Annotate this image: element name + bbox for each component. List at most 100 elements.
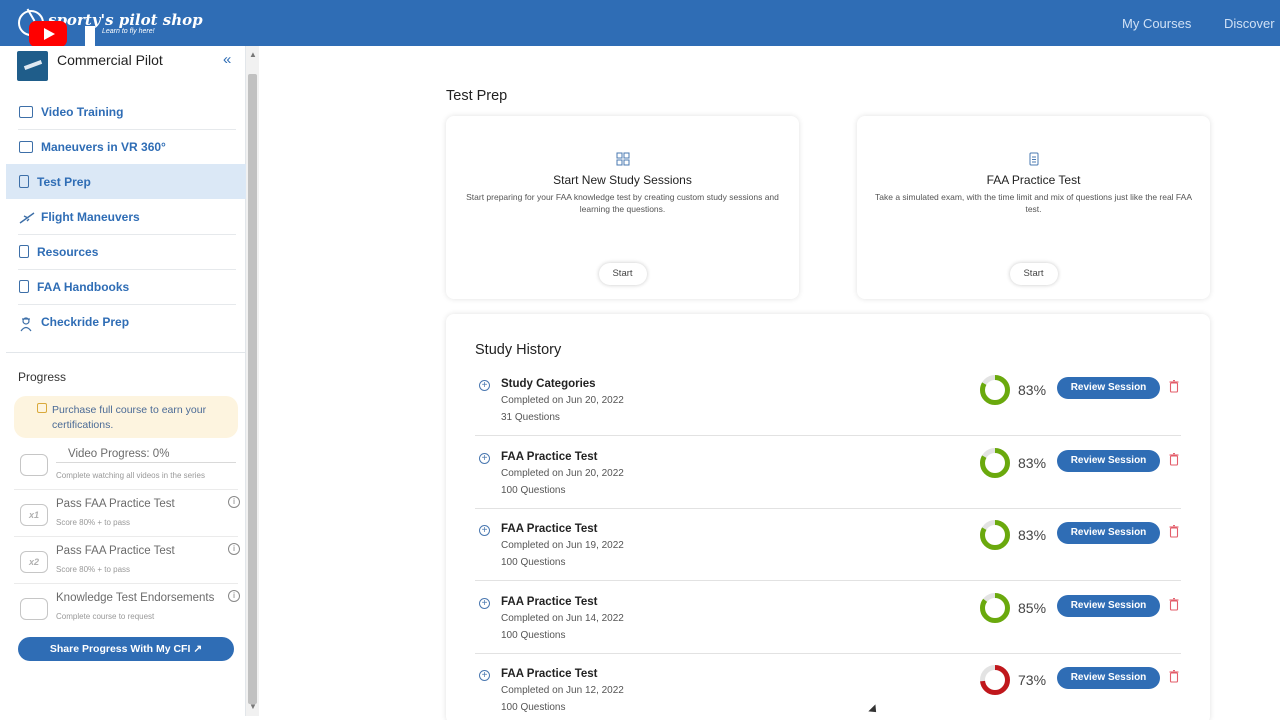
expand-row-icon[interactable]: +: [479, 670, 490, 681]
session-title: FAA Practice Test: [501, 523, 598, 535]
progress-row-sub: Complete watching all videos in the seri…: [56, 471, 205, 480]
external-link-icon: ↗: [193, 643, 203, 655]
video-icon: [19, 105, 33, 118]
info-icon[interactable]: i: [228, 590, 240, 602]
purchase-note[interactable]: Purchase full course to earn your certif…: [14, 396, 238, 438]
course-title: Commercial Pilot: [57, 52, 163, 68]
sidebar-item-resources[interactable]: Resources: [6, 234, 246, 269]
review-session-button[interactable]: Review Session: [1057, 522, 1160, 544]
nav-my-courses[interactable]: My Courses: [1122, 16, 1191, 31]
document-icon: [19, 175, 29, 188]
score-percent: 85%: [1018, 599, 1047, 616]
study-history-row: + FAA Practice Test Completed on Jun 12, 2…: [475, 665, 1181, 720]
progress-row-practice-1: x1 Pass FAA Practice Test Score 80% + to…: [14, 494, 240, 540]
progress-row-name: Knowledge Test Endorsements: [56, 592, 215, 604]
page-title: Test Prep: [446, 88, 508, 104]
scroll-up-icon[interactable]: ▲: [249, 50, 257, 59]
session-title: FAA Practice Test: [501, 668, 598, 680]
session-date: Completed on Jun 14, 2022: [501, 612, 624, 624]
divider: [475, 507, 1181, 509]
score-percent: 73%: [1018, 672, 1047, 688]
progress-row-name: Pass FAA Practice Test: [56, 545, 175, 557]
sidebar-item-label: Flight Maneuvers: [41, 209, 140, 224]
study-session-card: Start New Study Sessions Start preparing…: [446, 116, 799, 299]
study-history-row: + FAA Practice Test Completed on Jun 20, 2…: [475, 447, 1181, 521]
sidebar-item-test-prep[interactable]: Test Prep: [6, 164, 246, 199]
logo-text: sporty's pilot shop: [48, 10, 203, 29]
lock-icon: [37, 403, 47, 413]
progress-row-name: Video Progress: 0%: [68, 448, 170, 460]
study-history-title: Study History: [475, 342, 562, 358]
score-percent: 83%: [1018, 527, 1047, 543]
trash-icon[interactable]: [1169, 525, 1179, 538]
review-session-button[interactable]: Review Session: [1057, 449, 1160, 472]
sidebar-scrollbar[interactable]: ▲ ▼: [246, 46, 259, 716]
sidebar-item-checkride-prep[interactable]: Checkride Prep: [6, 304, 246, 339]
youtube-icon: [29, 21, 67, 47]
sidebar-item-label: Test Prep: [37, 174, 91, 189]
score-percent: 83%: [1018, 382, 1047, 398]
divider: [475, 580, 1181, 581]
course-sidebar: Commercial Pilot « Video Training Maneuv…: [6, 46, 246, 716]
start-study-button[interactable]: Start: [598, 263, 647, 285]
trash-icon[interactable]: [1169, 670, 1179, 683]
trash-icon[interactable]: [1169, 452, 1179, 466]
scroll-down-icon[interactable]: ▼: [249, 702, 257, 711]
session-questions: 31 Questions: [501, 412, 560, 423]
session-title: FAA Practice Test: [501, 595, 598, 608]
progress-row-name: Pass FAA Practice Test: [56, 498, 175, 510]
session-date: Completed on Jun 20, 2022: [501, 467, 624, 479]
sidebar-item-flight-maneuvers[interactable]: Flight Maneuvers: [6, 199, 246, 234]
card-description: Take a simulated exam, with the time lim…: [875, 192, 1192, 214]
purchase-note-text: Purchase full course to earn your certif…: [52, 404, 207, 431]
study-history-panel: Study History + Study Categories Completed…: [446, 314, 1210, 720]
session-title: Study Categories: [501, 378, 596, 390]
scrollbar-thumb[interactable]: [248, 74, 257, 704]
score-donut: [980, 665, 1010, 695]
trash-icon[interactable]: [1169, 597, 1179, 611]
sidebar-item-video-training[interactable]: Video Training: [6, 94, 246, 129]
sidebar-item-faa-handbooks[interactable]: FAA Handbooks: [6, 269, 246, 304]
expand-row-icon[interactable]: +: [479, 525, 490, 536]
vr-icon: [19, 140, 33, 153]
top-nav-bar: sporty's pilot shop Learn to fly here! M…: [0, 0, 1280, 47]
study-history-row: + FAA Practice Test Completed on Jun 14, 2…: [475, 592, 1181, 666]
sidebar-item-label: Checkride Prep: [41, 314, 130, 329]
course-header: Commercial Pilot «: [17, 49, 237, 83]
score-donut: [980, 520, 1010, 550]
nav-discover[interactable]: Discover: [1224, 16, 1275, 31]
sidebar-item-label: Resources: [37, 244, 99, 259]
start-practice-test-button[interactable]: Start: [1009, 263, 1058, 285]
file-icon: [19, 245, 29, 258]
airplane-icon: [19, 211, 35, 224]
book-icon: [19, 280, 29, 293]
study-history-row: + Study Categories Completed on Jun 20, 20…: [475, 375, 1181, 448]
sidebar-item-label: Maneuvers in VR 360°: [41, 139, 166, 154]
study-history-row: + FAA Practice Test Completed on Jun 19, 2…: [475, 520, 1181, 593]
review-session-button[interactable]: Review Session: [1057, 377, 1160, 399]
share-progress-button[interactable]: Share Progress With My CFI ↗: [18, 637, 234, 661]
session-questions: 100 Questions: [501, 484, 566, 496]
video-overlay-bar: [85, 26, 95, 46]
expand-row-icon[interactable]: +: [479, 452, 490, 464]
info-icon[interactable]: i: [228, 543, 240, 555]
info-icon[interactable]: i: [228, 496, 240, 508]
endorsement-badge-icon: [20, 598, 48, 620]
trash-icon[interactable]: [1169, 380, 1179, 393]
divider: [475, 435, 1181, 436]
divider: [14, 583, 238, 584]
card-description: Start preparing for your FAA knowledge t…: [466, 192, 779, 214]
card-title: FAA Practice Test: [986, 173, 1081, 187]
review-session-button[interactable]: Review Session: [1057, 667, 1160, 689]
progress-row-sub: Complete course to request: [56, 612, 155, 621]
sidebar-item-label: Video Training: [41, 104, 124, 119]
score-percent: 83%: [1018, 454, 1047, 471]
collapse-sidebar-icon[interactable]: «: [223, 51, 231, 68]
expand-row-icon[interactable]: +: [479, 380, 490, 391]
divider: [14, 489, 238, 490]
review-session-button[interactable]: Review Session: [1057, 594, 1160, 617]
card-title: Start New Study Sessions: [553, 173, 692, 187]
sidebar-item-maneuvers-vr[interactable]: Maneuvers in VR 360°: [6, 129, 246, 164]
progress-heading: Progress: [18, 370, 67, 384]
expand-row-icon[interactable]: +: [479, 597, 490, 609]
